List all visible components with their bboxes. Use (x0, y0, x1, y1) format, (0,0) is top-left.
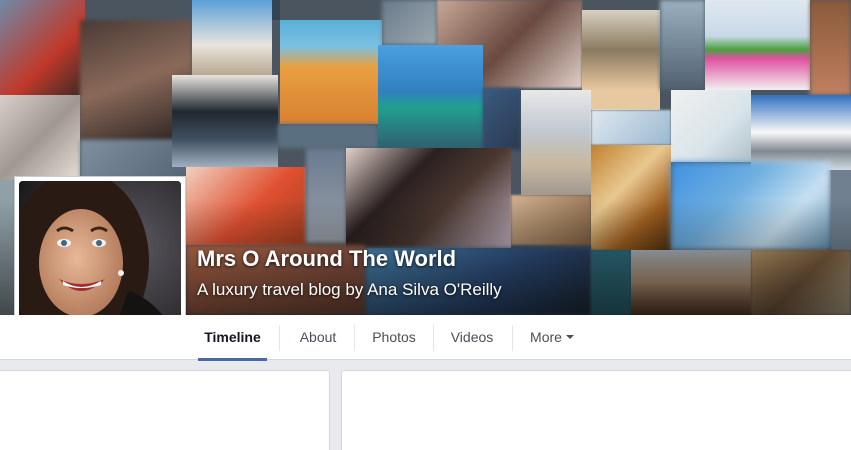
collage-photo (521, 90, 591, 195)
collage-photo (810, 0, 851, 95)
profile-page: Mrs O Around The World A luxury travel b… (0, 0, 851, 450)
profile-nav-bar: Timeline About Photos Videos More (0, 315, 851, 361)
nav-divider (279, 325, 280, 351)
collage-photo (0, 0, 85, 95)
collage-photo (591, 110, 671, 145)
tab-photos-label: Photos (372, 329, 416, 345)
nav-divider (433, 325, 434, 351)
collage-photo (192, 0, 272, 75)
collage-photo (378, 45, 483, 148)
collage-photo (671, 90, 751, 162)
collage-photo (660, 0, 705, 90)
tab-videos-label: Videos (450, 329, 494, 345)
collage-photo (172, 75, 278, 167)
collage-photo (278, 124, 378, 148)
collage-photo (382, 0, 437, 45)
right-column (341, 370, 851, 450)
tab-more[interactable]: More (522, 315, 582, 360)
caret-down-icon (565, 335, 574, 340)
tab-photos[interactable]: Photos (364, 315, 424, 360)
left-column (0, 370, 330, 450)
page-subtitle: A luxury travel blog by Ana Silva O'Reil… (197, 280, 502, 299)
tab-timeline-label: Timeline (204, 329, 261, 345)
collage-photo (483, 88, 521, 150)
tab-timeline[interactable]: Timeline (198, 315, 267, 361)
collage-photo (280, 20, 382, 124)
collage-photo (582, 10, 660, 110)
nav-divider (354, 325, 355, 351)
tab-about[interactable]: About (290, 315, 346, 360)
tab-about-label: About (299, 329, 337, 345)
collage-photo (0, 95, 80, 180)
collage-photo (705, 0, 810, 90)
tab-more-label: More (530, 329, 562, 345)
nav-divider (512, 325, 513, 351)
collage-photo (751, 95, 851, 170)
page-title[interactable]: Mrs O Around The World (197, 246, 456, 272)
collage-photo (272, 0, 280, 20)
tab-videos[interactable]: Videos (443, 315, 501, 360)
